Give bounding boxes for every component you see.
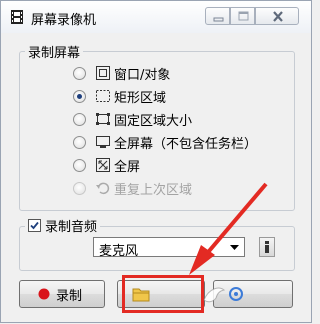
bird-logo-icon [203,287,226,303]
app-window: 屏幕录像机 录制屏幕 窗口/对象 矩形区域 固定区域大小 全屏幕（不包含任务栏） [0,0,312,323]
annotation-arrow-icon [189,182,268,275]
watermark-logo [201,280,305,310]
